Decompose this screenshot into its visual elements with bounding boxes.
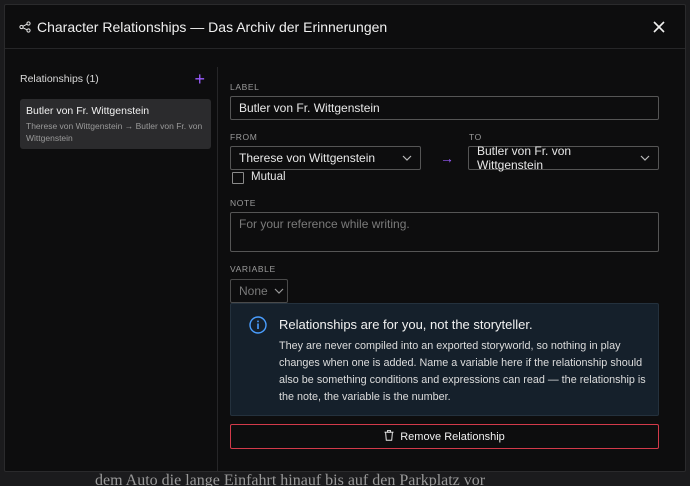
relationships-dialog: Character Relationships — Das Archiv der… — [4, 4, 686, 472]
trash-icon — [384, 429, 394, 444]
label-input[interactable]: Butler von Fr. Wittgenstein — [230, 96, 659, 120]
relationship-list-item[interactable]: Butler von Fr. Wittgenstein Therese von … — [20, 99, 211, 149]
to-field-heading: TO — [469, 132, 482, 142]
chevron-down-icon — [402, 155, 412, 161]
arrow-right-icon: → — [440, 150, 454, 166]
from-select-value: Therese von Wittgenstein — [239, 151, 376, 165]
relationship-item-name: Butler von Fr. Wittgenstein — [26, 105, 150, 117]
variable-field-heading: VARIABLE — [230, 264, 276, 274]
to-select[interactable]: Butler von Fr. von Wittgenstein — [468, 144, 659, 172]
relationships-sidebar: Relationships (1) + Butler von Fr. Wittg… — [5, 50, 217, 471]
share-nodes-icon — [19, 20, 33, 34]
note-placeholder: For your reference while writing. — [239, 217, 410, 231]
sidebar-header: Relationships (1) + — [20, 70, 205, 88]
variable-select-value: None — [239, 284, 268, 298]
close-icon[interactable] — [649, 17, 669, 37]
mutual-label: Mutual — [251, 171, 286, 183]
chevron-down-icon — [274, 288, 284, 294]
info-body: They are never compiled into an exported… — [279, 340, 646, 403]
remove-relationship-button[interactable]: Remove Relationship — [230, 424, 659, 449]
dialog-title: Character Relationships — Das Archiv der… — [37, 18, 388, 35]
info-circle-icon — [249, 316, 267, 339]
remove-relationship-label: Remove Relationship — [400, 430, 505, 443]
panel-divider — [217, 67, 218, 471]
label-field-heading: LABEL — [230, 82, 260, 92]
info-callout: Relationships are for you, not the story… — [230, 303, 659, 416]
dialog-header: Character Relationships — Das Archiv der… — [5, 5, 685, 49]
label-input-value: Butler von Fr. Wittgenstein — [239, 101, 380, 115]
info-heading: Relationships are for you, not the story… — [279, 317, 533, 332]
variable-select[interactable]: None — [230, 279, 288, 303]
mutual-checkbox[interactable] — [232, 172, 244, 184]
relationship-item-subtitle: Therese von Wittgenstein → Butler von Fr… — [26, 121, 203, 143]
chevron-down-icon — [640, 155, 650, 161]
relationships-count-label: Relationships (1) — [20, 73, 99, 85]
background-page-text: dem Auto die lange Einfahrt hinauf bis a… — [95, 472, 486, 486]
to-select-value: Butler von Fr. von Wittgenstein — [477, 144, 572, 172]
note-textarea[interactable]: For your reference while writing. — [230, 212, 659, 252]
plus-icon[interactable]: + — [194, 70, 205, 88]
from-select[interactable]: Therese von Wittgenstein — [230, 146, 421, 170]
note-field-heading: NOTE — [230, 198, 257, 208]
from-field-heading: FROM — [230, 132, 258, 142]
